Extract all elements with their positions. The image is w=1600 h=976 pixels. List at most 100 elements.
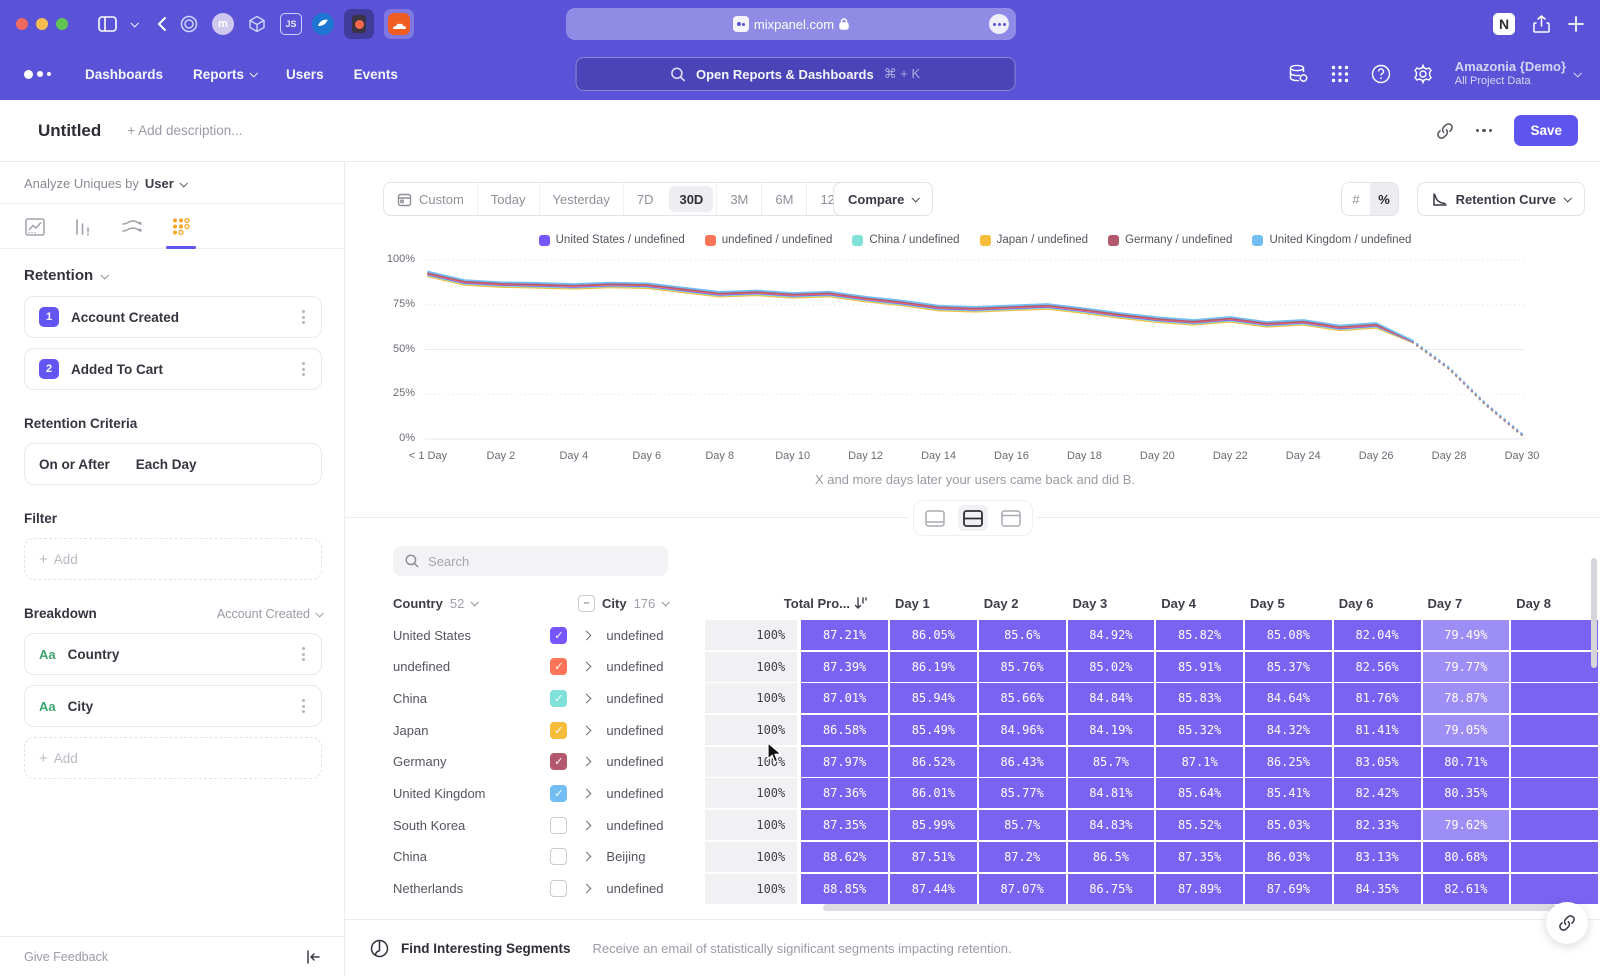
column-header-day[interactable]: Day 7	[1401, 596, 1490, 611]
cell-country[interactable]: China	[393, 691, 550, 706]
unit-absolute-button[interactable]: #	[1342, 183, 1370, 215]
cell-retention-value[interactable]: 87.21%	[801, 620, 888, 650]
column-header-day[interactable]: Day 8	[1489, 596, 1578, 611]
table-search-input[interactable]: Search	[393, 546, 668, 576]
breakdown-card-country[interactable]: Aa Country	[24, 633, 322, 675]
nav-dashboards[interactable]: Dashboards	[85, 67, 163, 82]
share-icon[interactable]	[1533, 15, 1550, 34]
nav-events[interactable]: Events	[354, 67, 398, 82]
more-options-icon[interactable]	[1476, 129, 1493, 133]
cell-retention-value[interactable]: 85.7%	[1068, 747, 1155, 777]
step-card-1[interactable]: 1 Account Created	[24, 296, 322, 338]
kebab-menu-icon[interactable]	[298, 643, 309, 665]
zoom-window-button[interactable]	[56, 18, 68, 30]
row-checkbox[interactable]: ✓	[550, 785, 567, 802]
tab-funnels[interactable]	[72, 216, 94, 248]
column-header-day[interactable]: Day 6	[1312, 596, 1401, 611]
cell-country[interactable]: South Korea	[393, 818, 550, 833]
column-header-day[interactable]: Day 3	[1046, 596, 1135, 611]
cell-retention-value[interactable]: 83.05%	[1334, 747, 1421, 777]
row-checkbox[interactable]	[550, 817, 567, 834]
expand-row-icon[interactable]	[582, 630, 592, 640]
legend-item[interactable]: undefined / undefined	[705, 234, 833, 246]
extension-icon-js[interactable]: JS	[280, 13, 302, 35]
cell-retention-value[interactable]: 85.66%	[979, 683, 1066, 713]
share-link-fab[interactable]	[1546, 902, 1588, 944]
range-30d[interactable]: 30D	[669, 186, 713, 212]
row-checkbox[interactable]: ✓	[550, 627, 567, 644]
apps-grid-icon[interactable]	[1331, 65, 1349, 83]
cell-retention-value[interactable]: 87.97%	[801, 747, 888, 777]
cell-country[interactable]: United States	[393, 628, 550, 643]
cell-retention-value[interactable]: 85.52%	[1156, 810, 1243, 840]
save-button[interactable]: Save	[1514, 115, 1578, 146]
column-header-day[interactable]: Day 4	[1134, 596, 1223, 611]
cell-retention-value[interactable]: 81.41%	[1334, 715, 1421, 745]
report-title[interactable]: Untitled	[38, 121, 101, 141]
cell-retention-value[interactable]: 87.89%	[1156, 874, 1243, 904]
range-7d[interactable]: 7D	[623, 183, 667, 215]
expand-row-icon[interactable]	[582, 662, 592, 672]
new-tab-icon[interactable]	[1568, 16, 1584, 32]
cell-retention-value[interactable]: 79.77%	[1423, 652, 1510, 682]
column-header-city[interactable]: – City176	[578, 595, 760, 612]
copy-link-icon[interactable]	[1436, 122, 1454, 140]
cell-retention-value[interactable]: 84.96%	[979, 715, 1066, 745]
cell-retention-value[interactable]: 78.87%	[1423, 683, 1510, 713]
cell-retention-value[interactable]: 86.5%	[1068, 842, 1155, 872]
column-header-total[interactable]: Total Pro...	[760, 596, 868, 611]
cell-country[interactable]: United Kingdom	[393, 786, 550, 801]
city-value[interactable]: undefined	[606, 881, 663, 896]
extension-icon-3[interactable]	[244, 11, 270, 37]
cell-country[interactable]: China	[393, 849, 550, 864]
cell-retention-value[interactable]: 86.01%	[890, 778, 977, 808]
step-event-name[interactable]: Added To Cart	[71, 362, 163, 377]
criteria-interval[interactable]: Each Day	[136, 457, 197, 472]
retention-criteria-card[interactable]: On or After Each Day	[24, 443, 322, 485]
cell-country[interactable]: Netherlands	[393, 881, 550, 896]
cell-retention-value[interactable]: 85.02%	[1068, 652, 1155, 682]
column-header-day[interactable]: Day 2	[957, 596, 1046, 611]
cell-retention-value[interactable]: 79.05%	[1423, 715, 1510, 745]
cell-retention-value[interactable]: 80.35%	[1423, 778, 1510, 808]
column-header-day[interactable]: Day 5	[1223, 596, 1312, 611]
cell-retention-value[interactable]: 86.05%	[890, 620, 977, 650]
cell-retention-value[interactable]: 85.94%	[890, 683, 977, 713]
cell-retention-value[interactable]: 87.36%	[801, 778, 888, 808]
cell-retention-value[interactable]: 82.56%	[1334, 652, 1421, 682]
global-search[interactable]: Open Reports & Dashboards ⌘ + K	[576, 57, 1016, 91]
notion-extension-icon[interactable]: N	[1493, 13, 1515, 35]
analyze-uniques-row[interactable]: Analyze Uniques by User	[24, 176, 322, 203]
cell-retention-value[interactable]: 85.7%	[979, 810, 1066, 840]
collapse-sidebar-icon[interactable]	[306, 950, 320, 964]
cell-retention-value[interactable]: 87.44%	[890, 874, 977, 904]
cell-retention-value[interactable]: 85.37%	[1245, 652, 1332, 682]
expand-row-icon[interactable]	[582, 884, 592, 894]
layout-table-only-button[interactable]	[996, 505, 1026, 531]
cell-retention-value[interactable]: 84.64%	[1245, 683, 1332, 713]
city-value[interactable]: undefined	[606, 754, 663, 769]
breakdown-scope-selector[interactable]: Account Created	[217, 607, 322, 621]
legend-item[interactable]: China / undefined	[852, 234, 959, 246]
cell-retention-value[interactable]: 86.75%	[1068, 874, 1155, 904]
step-card-2[interactable]: 2 Added To Cart	[24, 348, 322, 390]
chevron-down-icon[interactable]	[131, 21, 137, 27]
cell-retention-value[interactable]: 85.08%	[1245, 620, 1332, 650]
city-value[interactable]: Beijing	[606, 849, 645, 864]
unit-percent-button[interactable]: %	[1370, 183, 1398, 215]
row-checkbox[interactable]	[550, 880, 567, 897]
city-value[interactable]: undefined	[606, 818, 663, 833]
tab-insights[interactable]	[24, 216, 46, 248]
give-feedback-link[interactable]: Give Feedback	[24, 950, 108, 964]
extension-icon-2[interactable]: m	[212, 13, 234, 35]
cell-country[interactable]: undefined	[393, 659, 550, 674]
cell-retention-value[interactable]: 85.77%	[979, 778, 1066, 808]
tab-flows[interactable]	[120, 216, 144, 248]
expand-row-icon[interactable]	[582, 820, 592, 830]
row-checkbox[interactable]: ✓	[550, 658, 567, 675]
compare-button[interactable]: Compare	[833, 182, 933, 216]
minimize-window-button[interactable]	[36, 18, 48, 30]
cell-retention-value[interactable]: 85.99%	[890, 810, 977, 840]
breakdown-card-city[interactable]: Aa City	[24, 685, 322, 727]
cell-retention-value[interactable]: 86.19%	[890, 652, 977, 682]
